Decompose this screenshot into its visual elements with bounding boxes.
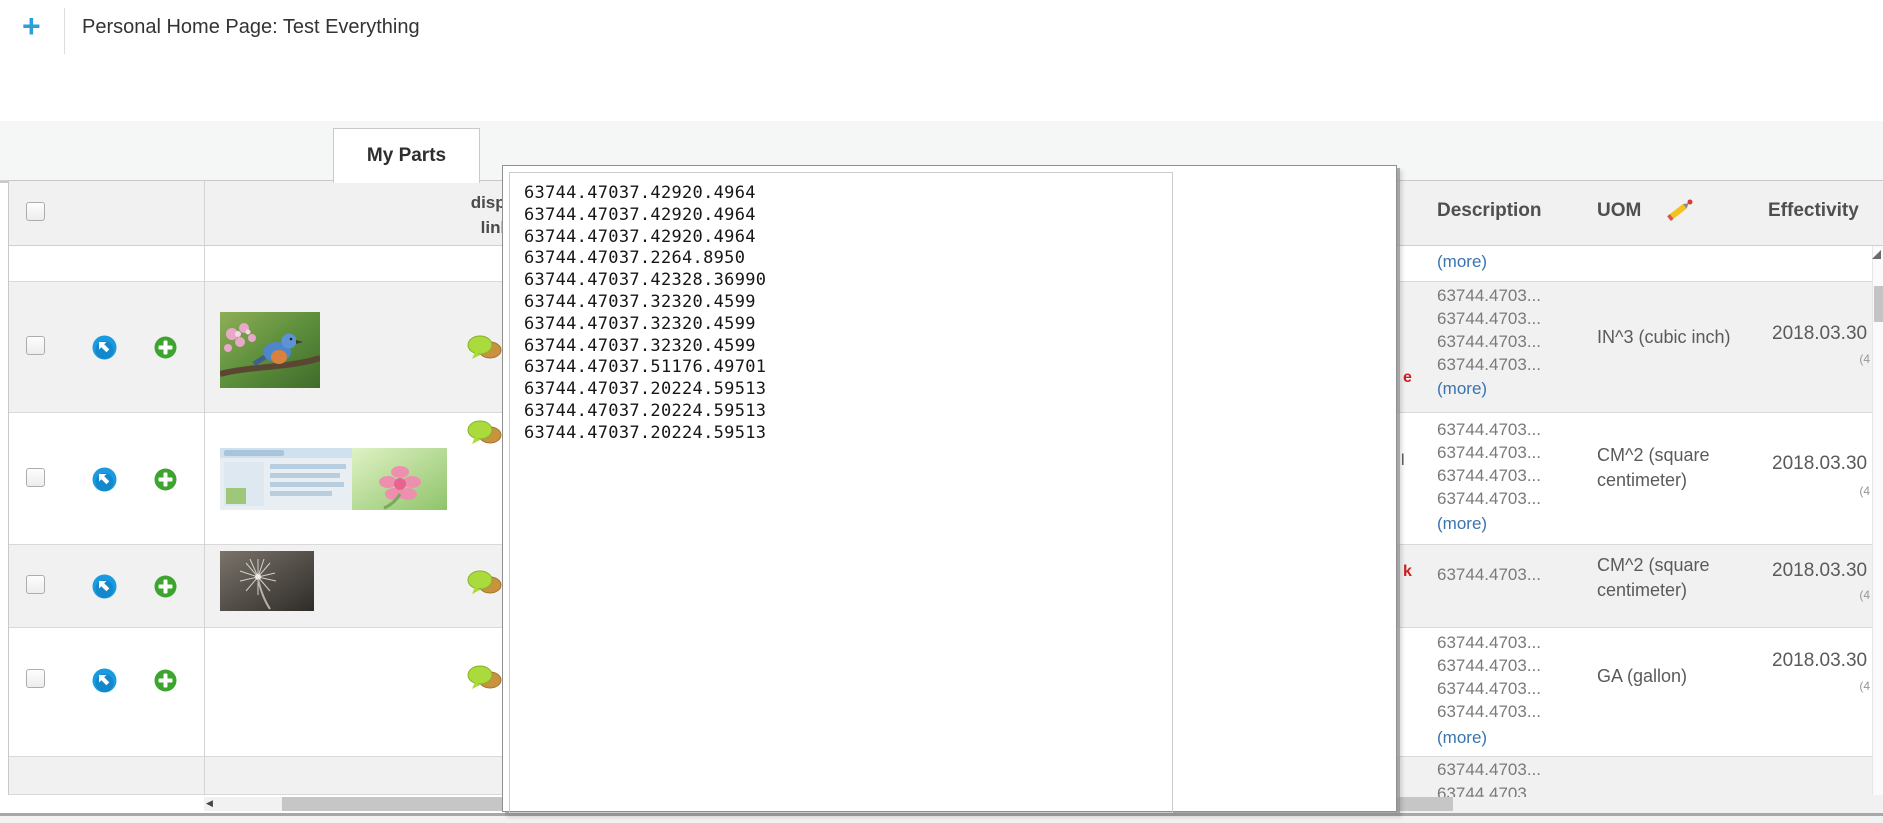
popup-value: 63744.47037.42920.4964 bbox=[524, 227, 1172, 249]
description-value: 63744.4703... bbox=[1437, 633, 1541, 653]
effectivity-note: (4 bbox=[1772, 352, 1870, 366]
description-value: 63744.4703... bbox=[1437, 565, 1541, 585]
effectivity-note: (4 bbox=[1772, 679, 1870, 693]
popup-value: 63744.47037.2264.8950 bbox=[524, 248, 1172, 270]
part-thumbnail-dandelion[interactable] bbox=[220, 551, 314, 611]
open-link-globe-icon[interactable] bbox=[92, 668, 117, 693]
more-link[interactable]: (more) bbox=[1437, 379, 1487, 399]
select-all-checkbox[interactable] bbox=[26, 202, 45, 221]
description-value: 63744.4703... bbox=[1437, 679, 1541, 699]
description-value: 63744.4703... bbox=[1437, 420, 1541, 440]
description-value: 63744.4703... bbox=[1437, 466, 1541, 486]
clipped-cell-text: l bbox=[1401, 452, 1405, 470]
vertical-scrollbar-thumb[interactable] bbox=[1874, 286, 1883, 322]
description-value: 63744.4703... bbox=[1437, 489, 1541, 509]
comments-icon[interactable] bbox=[467, 664, 502, 693]
clipped-cell-text: e bbox=[1403, 369, 1412, 387]
open-link-globe-icon[interactable] bbox=[92, 574, 117, 599]
uom-value: GA (gallon) bbox=[1597, 664, 1757, 689]
description-value: 63744.4703... bbox=[1437, 656, 1541, 676]
column-header-uom[interactable]: UOM bbox=[1597, 200, 1641, 222]
description-value: 63744.4703... bbox=[1437, 443, 1541, 463]
more-link[interactable]: (more) bbox=[1437, 252, 1487, 272]
open-link-globe-icon[interactable] bbox=[92, 335, 117, 360]
description-value: 63744.4703... bbox=[1437, 760, 1541, 780]
open-link-globe-icon[interactable] bbox=[92, 467, 117, 492]
clipped-cell-text: k bbox=[1403, 563, 1412, 581]
scroll-corner-triangle bbox=[1872, 250, 1881, 259]
row-checkbox[interactable] bbox=[26, 669, 45, 688]
column-border bbox=[204, 180, 205, 795]
popup-value: 63744.47037.42920.4964 bbox=[524, 183, 1172, 205]
description-value: 63744.4703... bbox=[1437, 309, 1541, 329]
effectivity-note: (4 bbox=[1772, 588, 1870, 602]
add-to-collection-icon[interactable] bbox=[154, 336, 177, 359]
uom-value: IN^3 (cubic inch) bbox=[1597, 325, 1752, 350]
part-thumbnail-bird[interactable] bbox=[220, 312, 320, 388]
popup-value: 63744.47037.51176.49701 bbox=[524, 357, 1172, 379]
description-value: 63744.4703... bbox=[1437, 702, 1541, 722]
uom-value: CM^2 (square centimeter) bbox=[1597, 443, 1757, 493]
add-to-collection-icon[interactable] bbox=[154, 575, 177, 598]
comments-icon[interactable] bbox=[467, 334, 502, 363]
part-thumbnail-screenshot-flower[interactable] bbox=[220, 448, 447, 510]
popup-value: 63744.47037.32320.4599 bbox=[524, 314, 1172, 336]
description-value: 63744.4703... bbox=[1437, 332, 1541, 352]
uom-value: CM^2 (square centimeter) bbox=[1597, 553, 1757, 603]
effectivity-date: 2018.03.30 bbox=[1772, 323, 1867, 345]
popup-value: 63744.47037.42328.36990 bbox=[524, 270, 1172, 292]
effectivity-date: 2018.03.30 bbox=[1772, 650, 1867, 672]
comments-icon[interactable] bbox=[467, 419, 502, 448]
more-link[interactable]: (more) bbox=[1437, 514, 1487, 534]
header-divider bbox=[64, 8, 65, 54]
bottom-strip bbox=[0, 816, 1883, 823]
column-header-effectivity[interactable]: Effectivity bbox=[1768, 200, 1859, 222]
row-checkbox[interactable] bbox=[26, 575, 45, 594]
value-list-popup[interactable]: 63744.47037.42920.4964 63744.47037.42920… bbox=[502, 165, 1397, 812]
popup-value: 63744.47037.20224.59513 bbox=[524, 423, 1172, 445]
tab-my-parts[interactable]: My Parts bbox=[333, 128, 480, 183]
row-checkbox[interactable] bbox=[26, 336, 45, 355]
effectivity-note: (4 bbox=[1772, 484, 1870, 498]
popup-value: 63744.47037.32320.4599 bbox=[524, 336, 1172, 358]
page-title: Personal Home Page: Test Everything bbox=[82, 16, 420, 39]
popup-value: 63744.47037.32320.4599 bbox=[524, 292, 1172, 314]
add-to-collection-icon[interactable] bbox=[154, 468, 177, 491]
tab-my-parts-label: My Parts bbox=[367, 145, 446, 167]
window-header: + Personal Home Page: Test Everything bbox=[0, 0, 1883, 63]
add-to-collection-icon[interactable] bbox=[154, 669, 177, 692]
effectivity-date: 2018.03.30 bbox=[1772, 453, 1867, 475]
effectivity-date: 2018.03.30 bbox=[1772, 560, 1867, 582]
popup-value: 63744.47037.20224.59513 bbox=[524, 379, 1172, 401]
column-header-description[interactable]: Description bbox=[1437, 200, 1542, 222]
table-left-border bbox=[8, 180, 9, 795]
add-tab-icon[interactable]: + bbox=[22, 8, 41, 45]
value-list-panel: 63744.47037.42920.4964 63744.47037.42920… bbox=[509, 172, 1173, 813]
tab-bar: Collections Projects My Parts My Parts I… bbox=[0, 62, 1883, 121]
more-link[interactable]: (more) bbox=[1437, 728, 1487, 748]
popup-value: 63744.47037.20224.59513 bbox=[524, 401, 1172, 423]
scroll-left-arrow[interactable]: ◀ bbox=[206, 799, 213, 809]
vertical-scrollbar-track[interactable] bbox=[1872, 246, 1883, 795]
edit-pencil-icon[interactable] bbox=[1666, 198, 1694, 222]
description-value: 63744.4703... bbox=[1437, 355, 1541, 375]
description-value: 63744.4703... bbox=[1437, 286, 1541, 306]
row-checkbox[interactable] bbox=[26, 468, 45, 487]
comments-icon[interactable] bbox=[467, 569, 502, 598]
popup-value: 63744.47037.42920.4964 bbox=[524, 205, 1172, 227]
